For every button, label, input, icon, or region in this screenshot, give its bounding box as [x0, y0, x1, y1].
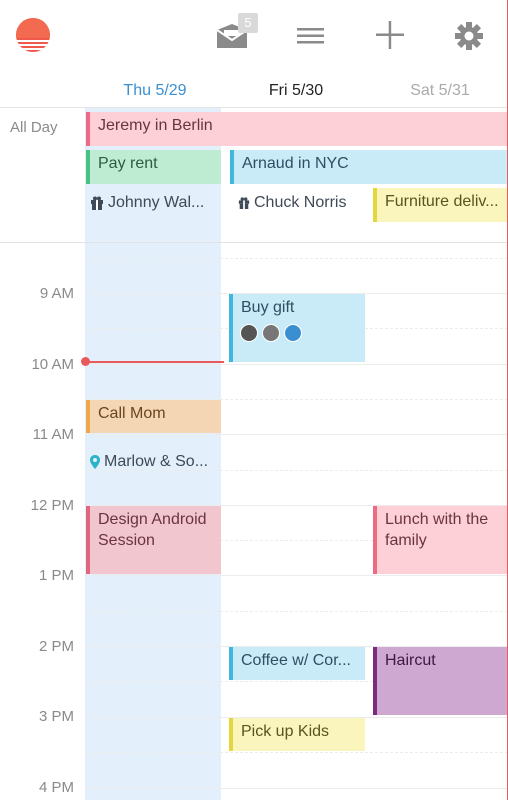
- hour-label: 12 PM: [30, 497, 74, 514]
- menu-icon[interactable]: [291, 16, 331, 56]
- add-icon[interactable]: [370, 16, 410, 56]
- gift-icon: [91, 196, 103, 210]
- event-haircut[interactable]: Haircut: [373, 647, 508, 715]
- gear-icon[interactable]: [449, 16, 489, 56]
- event-jeremy-in-berlin[interactable]: Jeremy in Berlin: [86, 112, 508, 146]
- avatar: [262, 324, 280, 342]
- birthday-johnny[interactable]: Johnny Wal...: [90, 194, 220, 212]
- event-marlow-and-sons[interactable]: Marlow & So...: [90, 453, 220, 471]
- birthday-label: Johnny Wal...: [108, 194, 205, 211]
- calendar-grid[interactable]: All Day 9 AM 10 AM 11 AM 12 PM 1 PM 2 PM…: [0, 108, 508, 800]
- avatar: [240, 324, 258, 342]
- hour-label: 1 PM: [38, 567, 74, 584]
- hour-label: 10 AM: [31, 356, 74, 373]
- event-pay-rent[interactable]: Pay rent: [86, 150, 221, 184]
- day-header: Thu 5/29 Fri 5/30 Sat 5/31: [0, 70, 508, 108]
- inbox-count-badge: 5: [238, 13, 258, 33]
- hour-label: 9 AM: [39, 285, 74, 302]
- sunrise-logo[interactable]: [16, 18, 50, 52]
- gift-icon: [238, 197, 250, 209]
- hour-label: 2 PM: [38, 638, 74, 655]
- birthday-label: Chuck Norris: [254, 194, 347, 211]
- toolbar: 5: [0, 0, 508, 70]
- current-time-dot: [81, 357, 90, 366]
- hour-label: 3 PM: [38, 708, 74, 725]
- event-call-mom[interactable]: Call Mom: [86, 400, 221, 433]
- event-furniture-delivery[interactable]: Furniture deliv...: [373, 188, 508, 222]
- day-header-sat[interactable]: Sat 5/31: [368, 82, 508, 100]
- hour-label: 11 AM: [32, 426, 74, 443]
- location-pin-icon: [90, 455, 100, 469]
- attendees: [240, 324, 302, 342]
- day-header-thu[interactable]: Thu 5/29: [83, 82, 227, 100]
- hour-label: 4 PM: [38, 779, 74, 796]
- current-time-line: [88, 361, 224, 363]
- day-header-fri[interactable]: Fri 5/30: [224, 82, 368, 100]
- event-pick-up-kids[interactable]: Pick up Kids: [229, 718, 365, 751]
- event-label: Marlow & So...: [104, 453, 209, 470]
- birthday-chuck[interactable]: Chuck Norris: [238, 194, 368, 212]
- avatar: [284, 324, 302, 342]
- allday-label: All Day: [10, 119, 58, 136]
- event-arnaud-in-nyc[interactable]: Arnaud in NYC: [230, 150, 508, 184]
- event-design-android-session[interactable]: Design Android Session: [86, 506, 221, 574]
- event-lunch-with-family[interactable]: Lunch with the family: [373, 506, 508, 574]
- event-coffee[interactable]: Coffee w/ Cor...: [229, 647, 365, 680]
